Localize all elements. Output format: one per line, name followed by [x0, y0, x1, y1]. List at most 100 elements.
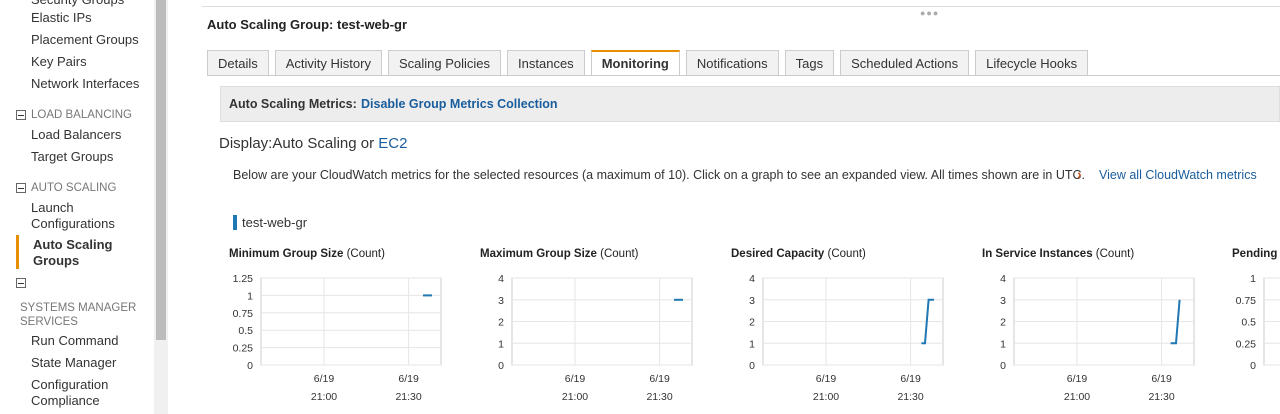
x-tick-label: 6/19: [314, 373, 335, 385]
section-auto-scaling[interactable]: AUTO SCALING: [16, 181, 116, 195]
x-tick-label: 6/19: [565, 373, 586, 385]
main-panel: ●●● Auto Scaling Group: test-web-gr Deta…: [186, 0, 1280, 414]
collapse-icon[interactable]: [16, 278, 26, 288]
chart-unit: (Count): [600, 248, 639, 260]
tab-instances[interactable]: Instances: [507, 50, 585, 76]
display-current: Auto Scaling: [272, 135, 357, 152]
y-tick-label: 0: [498, 360, 504, 372]
y-tick-label: 3: [498, 295, 504, 307]
chart-plot: 4 3 2 1 0 6/19 21:00 6/19 21:30: [498, 273, 693, 403]
chart-title-text: Minimum Group Size: [229, 248, 344, 260]
display-ec2-link[interactable]: EC2: [378, 135, 407, 152]
chart-title: Minimum Group Size (Count): [229, 248, 385, 260]
tab-activity-history[interactable]: Activity History: [274, 50, 382, 76]
x-tick-label: 21:30: [1148, 391, 1174, 403]
y-tick-label: 3: [749, 295, 755, 307]
sidebar-item-security-groups[interactable]: Security Groups: [31, 0, 124, 8]
chart-title-text: Desired Capacity: [731, 248, 825, 260]
display-or: or: [360, 135, 375, 152]
sidebar: Security Groups Elastic IPs Placement Gr…: [0, 0, 168, 414]
x-tick-label: 6/19: [816, 373, 837, 385]
x-tick-label: 6/19: [1151, 373, 1172, 385]
display-prefix: Display:: [219, 135, 273, 152]
chart-title-text: Maximum Group Size: [480, 248, 597, 260]
section-label: AUTO SCALING: [31, 182, 117, 194]
sidebar-item-network-interfaces[interactable]: Network Interfaces: [31, 76, 139, 92]
tab-notifications[interactable]: Notifications: [685, 50, 779, 76]
metrics-bar: Auto Scaling Metrics: Disable Group Metr…: [220, 86, 1280, 122]
tab-bar: Details Activity History Scaling Policie…: [207, 50, 1094, 76]
collapse-icon[interactable]: [16, 183, 26, 193]
chart-desired-capacity[interactable]: Desired Capacity (Count) 4 3 2 1 0 6/19 21:00 6…: [731, 248, 981, 408]
disable-metrics-link[interactable]: Disable Group Metrics Collection: [361, 97, 558, 111]
chart-pending-instances[interactable]: Pending I 1 0.75 0.5 0.25 0: [1232, 248, 1280, 408]
info-text: Below are your CloudWatch metrics for th…: [233, 168, 1085, 182]
x-tick-label: 21:30: [897, 391, 923, 403]
tab-tags[interactable]: Tags: [784, 50, 835, 76]
chart-plot: 4 3 2 1 0 6/19 21:00 6/19 21:30: [1000, 273, 1195, 403]
chart-unit: (Count): [346, 248, 385, 260]
tab-lifecycle-hooks[interactable]: Lifecycle Hooks: [975, 50, 1089, 76]
chart-title: Maximum Group Size (Count): [480, 248, 639, 260]
y-tick-label: 1: [1000, 338, 1006, 350]
chart-unit: (Count): [1095, 248, 1135, 260]
y-tick-label: 0.25: [1236, 338, 1257, 350]
tab-details[interactable]: Details: [207, 50, 269, 76]
sidebar-item-state-manager[interactable]: State Manager: [31, 355, 116, 371]
y-tick-label: 2: [1000, 317, 1006, 329]
y-tick-label: 4: [1000, 273, 1006, 285]
chart-title: Pending I: [1232, 248, 1280, 260]
divider: [207, 75, 1280, 76]
chart-maximum-group-size[interactable]: Maximum Group Size (Count) 4 3 2 1 0 6/19 21:0…: [480, 248, 730, 408]
y-tick-label: 0: [1250, 360, 1256, 372]
legend-label: test-web-gr: [242, 215, 308, 230]
chart-plot: 1.25 1 0.75 0.5 0.25 0 6/19 21:00 6/19 21:30: [233, 273, 442, 403]
chart-minimum-group-size[interactable]: Minimum Group Size (Count) 1.25 1 0.75 0.5 0…: [229, 248, 479, 408]
chart-plot: 1 0.75 0.5 0.25 0: [1236, 273, 1280, 372]
section-label: LOAD BALANCING: [31, 109, 132, 121]
tab-scaling-policies[interactable]: Scaling Policies: [387, 50, 502, 76]
sidebar-item-auto-scaling-groups[interactable]: Auto Scaling Groups: [33, 237, 133, 269]
x-tick-label: 6/19: [649, 373, 670, 385]
legend: test-web-gr: [233, 215, 307, 230]
x-tick-label: 21:00: [562, 391, 588, 403]
section-load-balancing[interactable]: LOAD BALANCING: [16, 108, 132, 122]
legend-swatch: [233, 215, 237, 230]
y-tick-label: 1.25: [233, 273, 254, 285]
sidebar-item-configuration-compliance[interactable]: Configuration Compliance: [31, 377, 131, 409]
y-tick-label: 1: [247, 290, 253, 302]
view-cloudwatch-link[interactable]: View all CloudWatch metrics: [1099, 168, 1257, 182]
sidebar-item-load-balancers[interactable]: Load Balancers: [31, 127, 121, 143]
sidebar-item-placement-groups[interactable]: Placement Groups: [31, 32, 139, 48]
tab-monitoring[interactable]: Monitoring: [590, 50, 680, 76]
chart-in-service-instances[interactable]: In Service Instances (Count) 4 3 2 1 0 6/19 21…: [982, 248, 1232, 408]
y-tick-label: 3: [1000, 295, 1006, 307]
x-tick-label: 21:00: [813, 391, 839, 403]
x-tick-label: 21:30: [646, 391, 672, 403]
sidebar-item-key-pairs[interactable]: Key Pairs: [31, 54, 87, 70]
tab-scheduled-actions[interactable]: Scheduled Actions: [840, 50, 970, 76]
resize-handle-icon[interactable]: ●●●: [920, 8, 939, 18]
y-tick-label: 0.5: [1241, 317, 1256, 329]
y-tick-label: 2: [749, 317, 755, 329]
plot-frame: [260, 277, 442, 366]
chart-title: In Service Instances (Count): [982, 248, 1134, 260]
chart-plot: 4 3 2 1 0 6/19 21:00 6/19 21:30: [749, 273, 944, 403]
collapse-icon[interactable]: [16, 110, 26, 120]
sidebar-item-elastic-ips[interactable]: Elastic IPs: [31, 10, 92, 26]
sidebar-item-target-groups[interactable]: Target Groups: [31, 149, 113, 165]
y-tick-label: 0.75: [233, 308, 254, 320]
sidebar-item-run-command[interactable]: Run Command: [31, 333, 118, 349]
x-tick-label: 21:30: [395, 391, 421, 403]
x-tick-label: 21:00: [311, 391, 337, 403]
sidebar-scrollbar-thumb[interactable]: [156, 0, 166, 340]
sidebar-item-launch-configurations[interactable]: Launch Configurations: [31, 200, 151, 232]
y-tick-label: 2: [498, 317, 504, 329]
y-tick-label: 0.5: [238, 325, 253, 337]
y-tick-label: 4: [749, 273, 755, 285]
y-tick-label: 4: [498, 273, 504, 285]
x-tick-label: 6/19: [1067, 373, 1088, 385]
chevron-right-icon: ›: [1077, 166, 1082, 182]
y-tick-label: 1: [1250, 273, 1256, 285]
y-tick-label: 0: [247, 360, 253, 372]
